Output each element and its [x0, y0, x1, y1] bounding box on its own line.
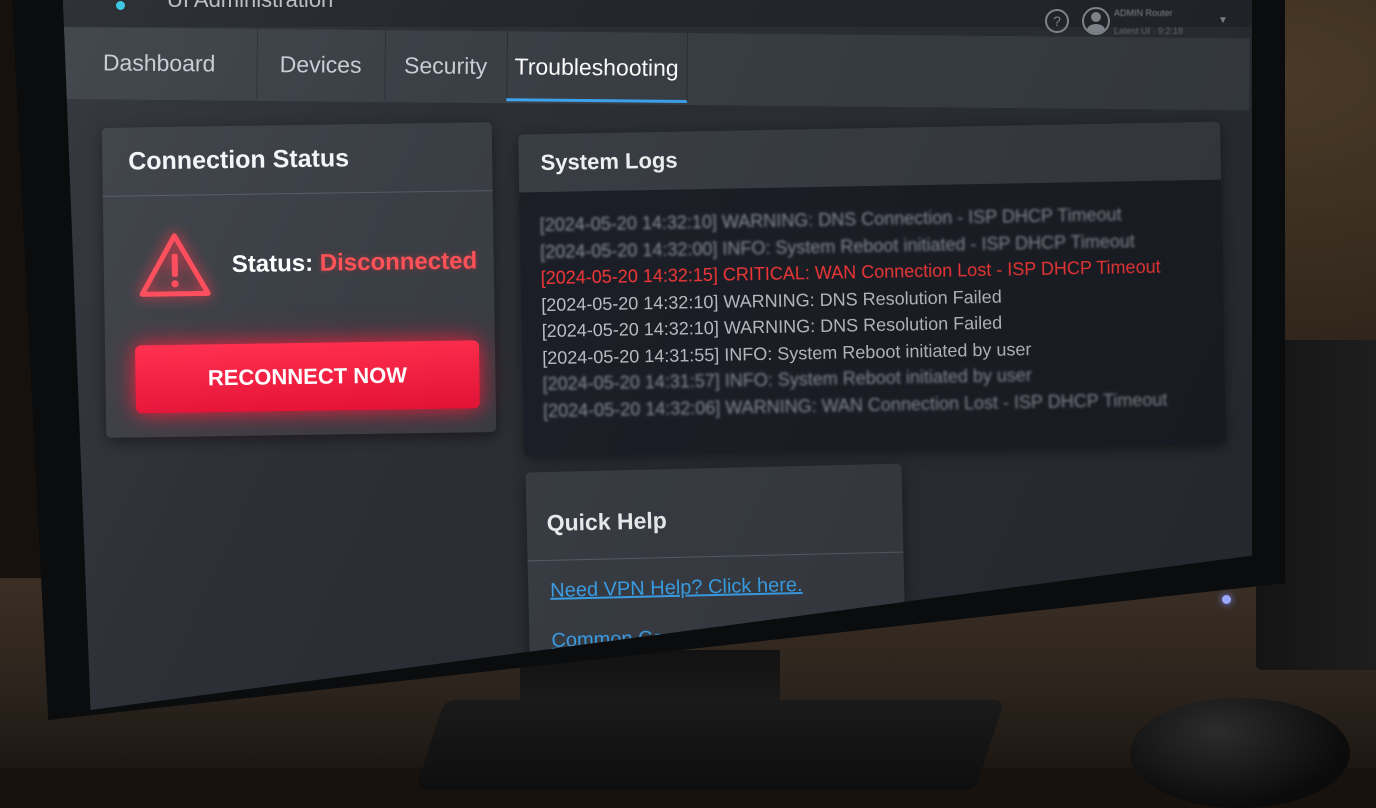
logo-dot: [116, 1, 125, 10]
user-subtitle: Latest UI · 9:2:18: [1114, 26, 1184, 36]
connection-status-card: Connection Status Status: Disconnected R…: [101, 122, 497, 438]
tab-dashboard[interactable]: Dashboard: [62, 27, 258, 99]
tab-security[interactable]: Security: [384, 30, 508, 102]
help-icon[interactable]: ?: [1045, 9, 1069, 33]
system-logs-title: System Logs: [540, 147, 678, 176]
connection-status-title: Connection Status: [128, 144, 350, 176]
tab-devices[interactable]: Devices: [256, 28, 386, 101]
system-logs-header: System Logs: [518, 121, 1222, 193]
user-name[interactable]: ADMIN Router: [1114, 8, 1173, 18]
keyboard: [415, 700, 1005, 790]
app-title: UI Administration: [167, 0, 333, 13]
quick-help-title: Quick Help: [546, 507, 668, 536]
status-value: Disconnected: [319, 247, 478, 277]
chevron-down-icon[interactable]: ▼: [1218, 15, 1228, 26]
status-label: Status:: [231, 249, 314, 278]
log-list[interactable]: [2024-05-20 14:32:10] WARNING: DNS Conne…: [540, 200, 1216, 424]
power-led: [1222, 595, 1231, 604]
user-avatar-icon[interactable]: [1082, 7, 1110, 35]
vpn-help-link[interactable]: Need VPN Help? Click here.: [550, 574, 803, 603]
divider: [102, 190, 493, 197]
top-bar: UI Administration ? ADMIN Router Latest …: [62, 0, 1252, 36]
warning-triangle-icon: [139, 233, 211, 297]
mouse: [1130, 698, 1350, 808]
tab-bar: Dashboard Devices Security Troubleshooti…: [62, 27, 1250, 111]
reconnect-now-button[interactable]: RECONNECT NOW: [134, 340, 480, 414]
connection-status-text: Status: Disconnected: [232, 247, 478, 279]
divider: [527, 551, 904, 562]
tab-troubleshooting[interactable]: Troubleshooting: [506, 31, 688, 104]
system-logs-card: System Logs [2024-05-20 14:32:10] WARNIN…: [518, 121, 1226, 457]
